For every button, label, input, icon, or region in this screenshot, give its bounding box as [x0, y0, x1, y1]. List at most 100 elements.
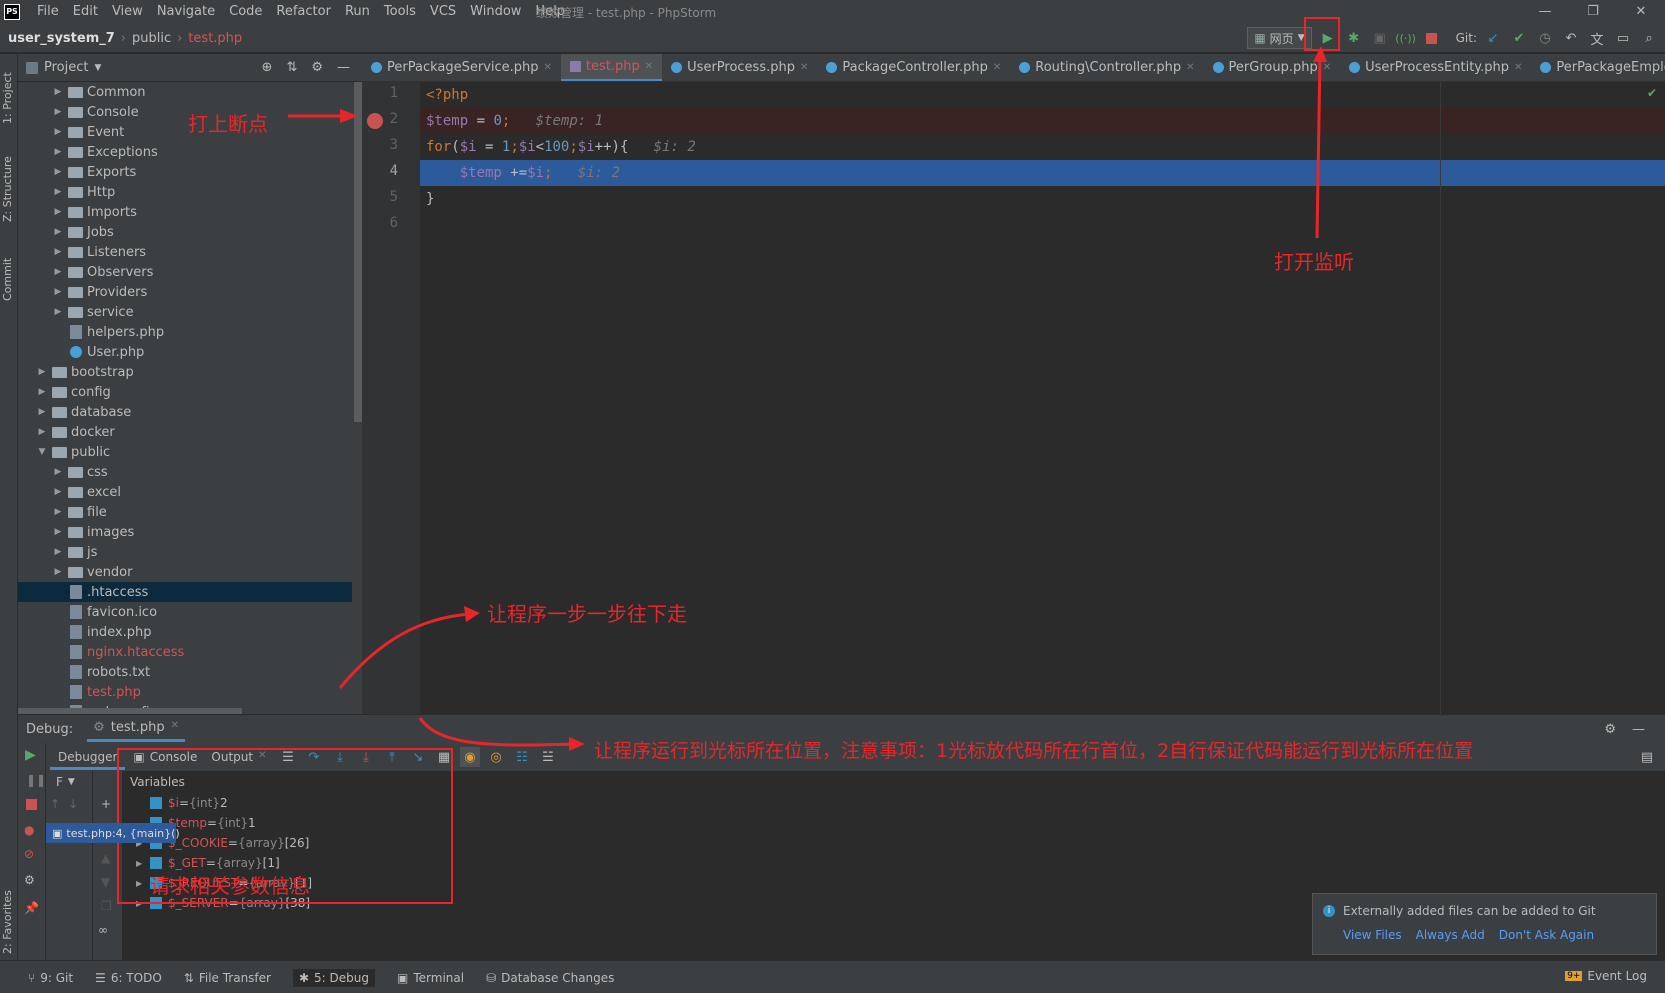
plus-icon[interactable]: +: [101, 797, 111, 811]
tree-item[interactable]: .htaccess: [18, 582, 352, 602]
chevron-right-icon[interactable]: ▶: [36, 367, 48, 377]
tree-item[interactable]: robots.txt: [18, 662, 352, 682]
breadcrumb-folder[interactable]: public: [132, 31, 171, 46]
tree-item[interactable]: ▶ images: [18, 522, 352, 542]
add-watch-icon[interactable]: ☱: [538, 747, 558, 767]
tree-item[interactable]: ▶ Exceptions: [18, 142, 352, 162]
coverage-icon[interactable]: ▣: [1370, 28, 1390, 48]
tree-item[interactable]: ▶ Imports: [18, 202, 352, 222]
arrow-up-icon[interactable]: ↑: [50, 797, 60, 811]
chevron-right-icon[interactable]: ▶: [52, 167, 64, 177]
tree-item[interactable]: favicon.ico: [18, 602, 352, 622]
watches-icon[interactable]: ◉: [460, 747, 480, 767]
pin-icon[interactable]: 📌: [24, 901, 39, 915]
tree-item[interactable]: ▶ config: [18, 382, 352, 402]
glasses-icon[interactable]: ∞: [98, 923, 108, 937]
chevron-right-icon[interactable]: ▶: [52, 547, 64, 557]
menu-code[interactable]: Code: [222, 4, 269, 20]
arrow-up-icon[interactable]: ▲: [101, 851, 110, 865]
commit-tool-tab[interactable]: Commit: [1, 258, 14, 301]
view-files-link[interactable]: View Files: [1343, 928, 1402, 942]
chevron-right-icon[interactable]: ▶: [52, 247, 64, 257]
close-icon[interactable]: ✕: [645, 61, 653, 72]
project-panel-title[interactable]: Project: [44, 60, 88, 75]
tree-item[interactable]: ▶ Common: [18, 82, 352, 102]
editor-tab[interactable]: PerPackageEmployee.: [1531, 54, 1665, 81]
editor-tab[interactable]: UserProcessEntity.php ✕: [1340, 54, 1531, 81]
chevron-right-icon[interactable]: ▶: [52, 227, 64, 237]
editor-tab[interactable]: test.php ✕: [560, 54, 663, 81]
chevron-right-icon[interactable]: ▶: [52, 567, 64, 577]
breadcrumb-project[interactable]: user_system_7: [8, 31, 115, 46]
chevron-down-icon[interactable]: ▼: [36, 447, 48, 457]
translate-icon[interactable]: 文: [1587, 28, 1607, 48]
status-tab[interactable]: ☰ 6: TODO: [95, 971, 162, 985]
status-tab[interactable]: ⇅ File Transfer: [184, 971, 271, 985]
tree-item[interactable]: ▶ Observers: [18, 262, 352, 282]
chevron-right-icon[interactable]: ▶: [36, 427, 48, 437]
tree-item[interactable]: ▶ Http: [18, 182, 352, 202]
pause-icon[interactable]: ❚❚: [26, 773, 46, 787]
event-log-button[interactable]: 9+ Event Log: [1565, 969, 1647, 983]
editor-tab[interactable]: UserProcess.php ✕: [662, 54, 817, 81]
chevron-down-icon[interactable]: ▼: [94, 63, 101, 73]
status-tab[interactable]: ▣ Terminal: [397, 971, 464, 985]
tree-item[interactable]: ▶ database: [18, 402, 352, 422]
status-tab[interactable]: ✱ 5: Debug: [292, 969, 376, 987]
always-add-link[interactable]: Always Add: [1416, 928, 1485, 942]
stop-icon[interactable]: [26, 799, 37, 810]
close-icon[interactable]: ✕: [800, 62, 808, 73]
tree-item[interactable]: ▶ Providers: [18, 282, 352, 302]
copy-icon[interactable]: ❐: [101, 899, 112, 913]
close-icon[interactable]: ✕: [1323, 62, 1331, 73]
tree-item[interactable]: test.php: [18, 682, 352, 702]
editor-tab[interactable]: Routing\Controller.php ✕: [1010, 54, 1203, 81]
chevron-right-icon[interactable]: ▶: [52, 487, 64, 497]
menu-navigate[interactable]: Navigate: [150, 4, 222, 20]
tree-item[interactable]: ▶ file: [18, 502, 352, 522]
close-icon[interactable]: ✕: [544, 62, 552, 73]
search-icon[interactable]: ⌕: [1639, 28, 1659, 48]
menu-edit[interactable]: Edit: [66, 4, 105, 20]
structure-tool-tab[interactable]: Z: Structure: [1, 156, 14, 222]
tree-scrollbar[interactable]: [354, 82, 362, 422]
status-tab[interactable]: ⑂ 9: Git: [28, 971, 73, 985]
collapse-icon[interactable]: ⇅: [286, 60, 297, 75]
tree-item[interactable]: ▶ bootstrap: [18, 362, 352, 382]
gear-icon[interactable]: ⚙: [311, 60, 323, 75]
hide-icon[interactable]: —: [337, 60, 350, 75]
close-icon[interactable]: ✕: [1514, 62, 1522, 73]
project-tool-tab[interactable]: 1: Project: [1, 72, 14, 124]
inspection-ok-icon[interactable]: ✔: [1647, 86, 1657, 100]
menu-file[interactable]: File: [30, 4, 66, 20]
stop-icon[interactable]: [1422, 28, 1442, 48]
chevron-right-icon[interactable]: ▶: [52, 507, 64, 517]
list-icon[interactable]: ☷: [512, 747, 532, 767]
tree-item[interactable]: ▶ Event: [18, 122, 352, 142]
tree-item[interactable]: index.php: [18, 622, 352, 642]
editor-tab[interactable]: PerGroup.php ✕: [1204, 54, 1341, 81]
tree-item[interactable]: ▼ public: [18, 442, 352, 462]
dont-ask-again-link[interactable]: Don't Ask Again: [1499, 928, 1594, 942]
close-icon[interactable]: ✕: [1617, 0, 1665, 24]
close-icon[interactable]: ✕: [993, 62, 1001, 73]
chevron-right-icon[interactable]: ▶: [52, 267, 64, 277]
debug-session-tab[interactable]: ⚙ test.php ✕: [87, 716, 186, 742]
chevron-right-icon[interactable]: ▶: [52, 107, 64, 117]
git-commit-icon[interactable]: ✔: [1509, 28, 1529, 48]
editor-tab[interactable]: PerPackageService.php ✕: [362, 54, 561, 81]
chevron-right-icon[interactable]: ▶: [52, 207, 64, 217]
chevron-right-icon[interactable]: ▶: [52, 307, 64, 317]
chevron-right-icon[interactable]: ▶: [36, 407, 48, 417]
view-breakpoints-icon[interactable]: ●: [24, 823, 34, 837]
resume-icon[interactable]: ▶: [25, 747, 36, 763]
close-icon[interactable]: ✕: [171, 720, 179, 735]
chevron-down-icon[interactable]: ▼: [68, 777, 75, 787]
tab-debugger[interactable]: Debugger: [50, 744, 126, 770]
menu-run[interactable]: Run: [338, 4, 377, 20]
stack-frame[interactable]: ▣ test.php:4, {main}(): [46, 823, 180, 843]
tree-item[interactable]: ▶ service: [18, 302, 352, 322]
tree-item[interactable]: helpers.php: [18, 322, 352, 342]
tree-item[interactable]: ▶ Jobs: [18, 222, 352, 242]
run-config-select[interactable]: ▦ 网页 ▼: [1247, 27, 1312, 49]
